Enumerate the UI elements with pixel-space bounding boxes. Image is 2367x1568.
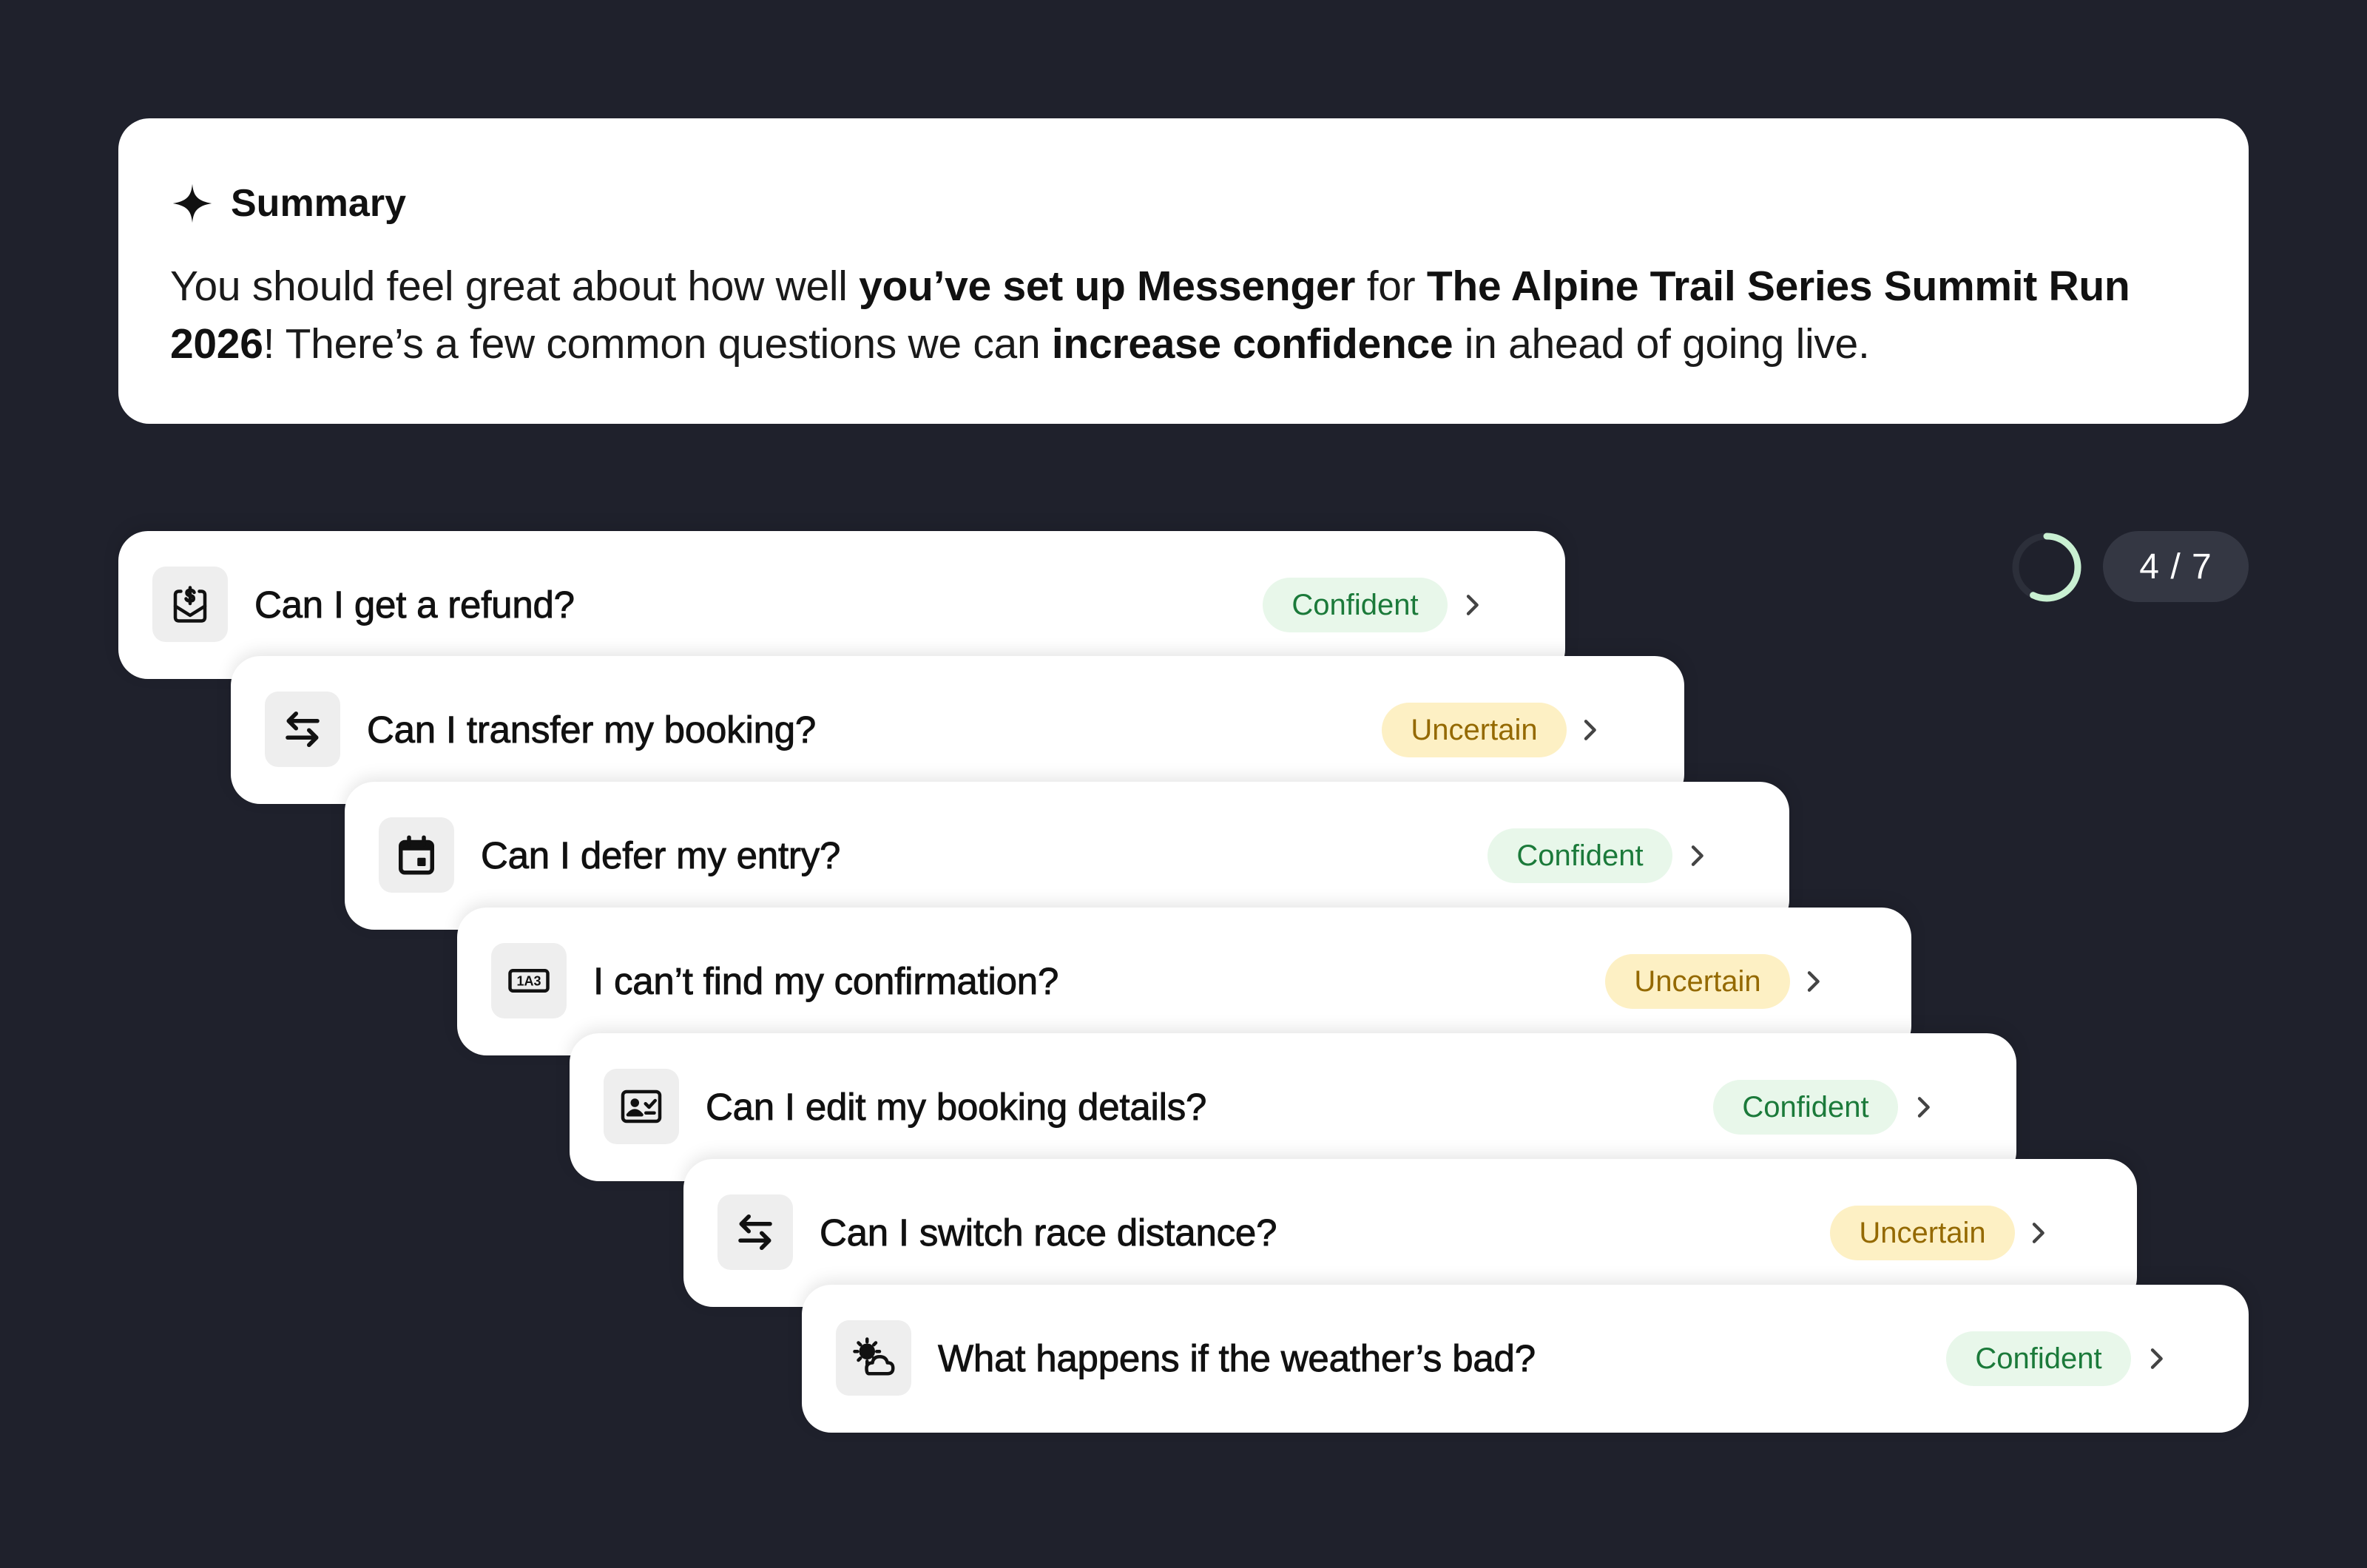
summary-text-part: ! There’s a few common questions we can: [263, 320, 1052, 368]
chevron-right-icon[interactable]: [1453, 587, 1490, 624]
question-label: Can I edit my booking details?: [706, 1086, 1207, 1129]
summary-text: You should feel great about how well you…: [170, 257, 2195, 373]
chevron-right-icon[interactable]: [1905, 1089, 1942, 1126]
summary-text-part: for: [1355, 263, 1427, 310]
summary-text-part: in ahead of going live.: [1453, 320, 1870, 368]
progress-counter: 4 / 7: [2103, 531, 2249, 602]
chevron-right-icon[interactable]: [1678, 837, 1715, 874]
question-label: Can I get a refund?: [254, 584, 575, 626]
status-badge: Uncertain: [1830, 1206, 2015, 1260]
svg-text:1A3: 1A3: [516, 974, 541, 989]
status-badge: Confident: [1713, 1080, 1898, 1135]
refund-inbox-icon: [152, 567, 228, 642]
stage: Summary You should feel great about how …: [0, 0, 2367, 1568]
question-label: Can I transfer my booking?: [367, 709, 817, 751]
transfer-arrows-icon: [265, 692, 340, 767]
status-badge: Confident: [1946, 1331, 2131, 1386]
weather-icon: [836, 1320, 911, 1396]
summary-text-part: You should feel great about how well: [170, 263, 860, 310]
confirmation-code-icon: 1A3: [491, 943, 567, 1018]
question-label: I can’t find my confirmation?: [593, 960, 1059, 1003]
question-label: What happens if the weather’s bad?: [938, 1337, 1536, 1380]
status-badge: Confident: [1488, 828, 1672, 883]
id-card-icon: [604, 1069, 679, 1144]
progress-ring: [2010, 530, 2084, 604]
status-badge: Uncertain: [1382, 703, 1567, 757]
chevron-right-icon[interactable]: [2019, 1214, 2056, 1251]
summary-highlight: increase confidence: [1051, 320, 1453, 368]
chevron-right-icon[interactable]: [2138, 1340, 2175, 1377]
summary-header: Summary: [170, 170, 2195, 237]
calendar-icon: [379, 817, 454, 893]
summary-card: Summary You should feel great about how …: [118, 118, 2249, 424]
summary-highlight: you’ve set up Messenger: [859, 263, 1356, 310]
status-badge: Uncertain: [1605, 954, 1790, 1009]
summary-title: Summary: [231, 182, 406, 225]
question-label: Can I defer my entry?: [481, 834, 841, 877]
sparkle-icon: [170, 181, 215, 226]
transfer-arrows-icon: [717, 1194, 793, 1270]
status-badge: Confident: [1263, 578, 1448, 632]
question-card[interactable]: What happens if the weather’s bad? Confi…: [802, 1285, 2249, 1433]
chevron-right-icon[interactable]: [1794, 963, 1831, 1000]
chevron-right-icon[interactable]: [1571, 712, 1608, 748]
question-label: Can I switch race distance?: [820, 1212, 1277, 1254]
